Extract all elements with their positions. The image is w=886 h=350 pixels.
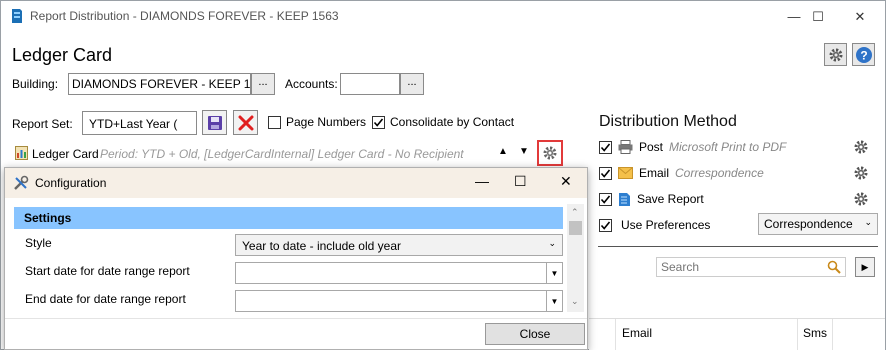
page-title: Ledger Card: [12, 45, 113, 65]
post-label: Post: [639, 140, 664, 154]
building-label: Building:: [12, 77, 59, 91]
save-report-settings-button[interactable]: [853, 191, 869, 210]
distribution-row-email: Email Correspondence: [599, 163, 764, 183]
dialog-divider: [5, 318, 587, 319]
start-date-field[interactable]: ▼: [235, 262, 563, 284]
grid-divider: [832, 319, 833, 350]
accounts-label: Accounts:: [285, 77, 338, 91]
floppy-disk-icon: [207, 115, 222, 130]
dialog-close-button[interactable]: Close: [485, 323, 585, 345]
svg-text:?: ?: [860, 48, 867, 62]
end-date-label: End date for date range report: [25, 292, 186, 306]
grid-divider: [797, 319, 798, 350]
distribution-row-post: Post Microsoft Print to PDF: [599, 137, 786, 157]
tools-icon: [14, 175, 29, 190]
email-checkbox[interactable]: [599, 166, 612, 180]
close-button[interactable]: ✕: [838, 1, 882, 32]
style-label: Style: [25, 236, 52, 250]
distribution-row-preferences: Use Preferences: [599, 215, 710, 235]
gear-icon: [854, 166, 868, 180]
end-date-dropdown-button[interactable]: ▼: [546, 291, 562, 311]
help-button[interactable]: ?: [852, 43, 875, 66]
dialog-minimize-button[interactable]: —: [475, 173, 489, 189]
use-preferences-label: Use Preferences: [621, 218, 711, 232]
search-input[interactable]: [657, 258, 817, 276]
delete-x-icon: [238, 115, 253, 130]
report-item-detail: Period: YTD + Old, [LedgerCardInternal] …: [100, 147, 464, 161]
start-date-label: Start date for date range report: [25, 264, 190, 278]
dialog-scrollbar[interactable]: ⌃ ⌄: [567, 204, 584, 312]
save-report-checkbox[interactable]: [599, 192, 612, 206]
move-down-button[interactable]: ▼: [519, 146, 529, 157]
report-set-select[interactable]: YTD+Last Year (: [82, 111, 197, 135]
save-report-label: Save Report: [637, 192, 704, 206]
scroll-up-icon[interactable]: ⌃: [571, 207, 579, 218]
window-title: Report Distribution - DIAMONDS FOREVER -…: [30, 9, 339, 23]
email-label: Email: [639, 166, 670, 180]
save-report-set-button[interactable]: [202, 110, 227, 135]
preferences-select-value: Correspondence: [764, 217, 853, 231]
scroll-thumb[interactable]: [569, 221, 582, 235]
move-up-button[interactable]: ▲: [498, 146, 508, 157]
gear-icon: [829, 48, 842, 61]
consolidate-label: Consolidate by Contact: [390, 115, 515, 129]
search-go-button[interactable]: ▶: [855, 257, 875, 277]
settings-gear-button[interactable]: [824, 43, 847, 66]
checkmark-icon: [373, 118, 384, 127]
page-numbers-label: Page Numbers: [286, 115, 367, 129]
report-icon: [15, 146, 28, 160]
search-box[interactable]: [656, 257, 846, 277]
use-preferences-checkbox[interactable]: [599, 218, 612, 232]
dialog-title: Configuration: [35, 176, 107, 190]
accounts-browse-button[interactable]: ...: [400, 73, 424, 95]
printer-icon: [618, 140, 633, 154]
email-template: Correspondence: [675, 166, 764, 180]
accounts-field[interactable]: [340, 73, 400, 95]
style-select[interactable]: Year to date - include old year ⌄: [235, 234, 563, 256]
report-item-name[interactable]: Ledger Card: [32, 147, 99, 161]
email-settings-button[interactable]: [853, 165, 869, 184]
maximize-button[interactable]: ☐: [796, 1, 840, 32]
app-icon: [10, 8, 24, 24]
start-date-dropdown-button[interactable]: ▼: [546, 263, 562, 283]
report-set-label: Report Set:: [12, 117, 73, 131]
distribution-row-save: Save Report: [599, 189, 704, 209]
post-settings-button[interactable]: [853, 139, 869, 158]
consolidate-checkbox[interactable]: [372, 116, 385, 129]
building-browse-button[interactable]: ...: [251, 73, 275, 95]
chevron-down-icon: ⌄: [548, 238, 556, 248]
chevron-down-icon: ⌄: [864, 217, 872, 227]
distribution-title: Distribution Method: [599, 113, 737, 130]
column-header-sms[interactable]: Sms: [803, 326, 827, 340]
settings-section-header: Settings: [14, 207, 563, 229]
help-icon: ?: [855, 46, 872, 63]
magnifier-icon: [827, 260, 841, 274]
post-checkbox[interactable]: [599, 140, 612, 154]
scroll-down-icon[interactable]: ⌄: [571, 296, 579, 307]
report-config-button[interactable]: [537, 140, 563, 166]
column-header-email[interactable]: Email: [622, 326, 652, 340]
gear-icon: [543, 146, 557, 160]
grid-divider: [615, 319, 616, 350]
delete-report-set-button[interactable]: [233, 110, 258, 135]
preferences-select[interactable]: Correspondence ⌄: [758, 213, 878, 235]
document-stack-icon: [619, 192, 630, 206]
style-select-value: Year to date - include old year: [242, 239, 401, 253]
building-field[interactable]: DIAMONDS FOREVER - KEEP 1563: [68, 73, 251, 95]
gear-icon: [854, 192, 868, 206]
dialog-close-icon-button[interactable]: ✕: [560, 173, 572, 190]
end-date-field[interactable]: ▼: [235, 290, 563, 312]
envelope-icon: [618, 167, 633, 179]
gear-icon: [854, 140, 868, 154]
page-numbers-checkbox[interactable]: [268, 116, 281, 129]
dialog-maximize-button[interactable]: ☐: [514, 173, 527, 190]
divider: [598, 246, 878, 247]
post-printer: Microsoft Print to PDF: [669, 140, 787, 154]
configuration-dialog: Configuration — ☐ ✕ Settings Style Year …: [4, 167, 588, 350]
